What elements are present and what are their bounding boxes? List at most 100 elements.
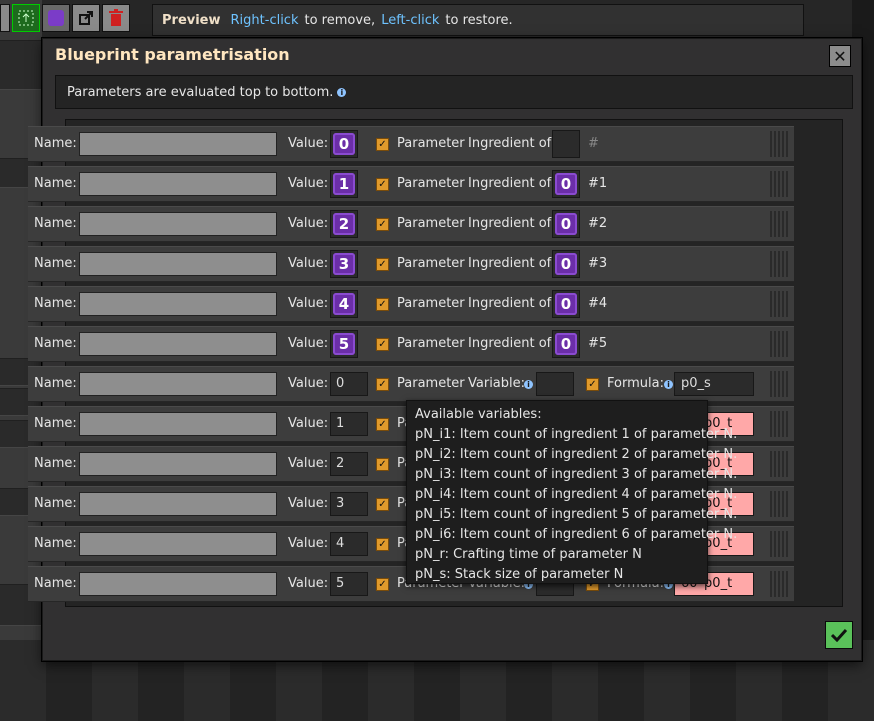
parameter-checkbox[interactable]: ✓ <box>376 418 389 431</box>
name-label: Name: <box>34 136 77 151</box>
formula-input[interactable]: p0_s <box>674 372 754 396</box>
name-input[interactable] <box>79 212 277 236</box>
parameter-checkbox[interactable]: ✓ <box>376 298 389 311</box>
info-icon[interactable]: i <box>337 87 347 97</box>
parameter-signal-icon: 5 <box>333 333 355 355</box>
drag-handle[interactable] <box>770 571 788 597</box>
close-button[interactable]: ✕ <box>829 45 851 67</box>
parameter-label: Parameter <box>397 136 465 151</box>
parameter-row: Name: Value: 2 ✓ Parameter Ingredient of: 0 #2 <box>28 206 794 242</box>
name-input[interactable] <box>79 452 277 476</box>
parameter-checkbox[interactable]: ✓ <box>376 378 389 391</box>
drag-handle[interactable] <box>770 211 788 237</box>
value-signal-slot[interactable]: 5 <box>330 330 358 358</box>
value-signal-slot[interactable]: 4 <box>330 290 358 318</box>
name-input[interactable] <box>79 412 277 436</box>
restore-hint: to restore. <box>445 12 513 28</box>
parameter-checkbox[interactable]: ✓ <box>376 498 389 511</box>
ingredient-slot[interactable]: 0 <box>552 250 580 278</box>
name-input[interactable] <box>79 252 277 276</box>
value-label: Value: <box>288 296 329 311</box>
drag-handle[interactable] <box>770 371 788 397</box>
parameter-checkbox[interactable]: ✓ <box>376 538 389 551</box>
drag-handle[interactable] <box>770 531 788 557</box>
drag-handle[interactable] <box>770 131 788 157</box>
signal-button[interactable] <box>42 4 70 32</box>
parameter-checkbox[interactable]: ✓ <box>376 178 389 191</box>
parameter-checkbox[interactable]: ✓ <box>376 258 389 271</box>
drag-handle[interactable] <box>770 491 788 517</box>
ingredient-slot[interactable]: 0 <box>552 210 580 238</box>
parameter-row: Name: Value: 0 ✓ Parameter Ingredient of: # <box>28 126 794 162</box>
value-label: Value: <box>288 576 329 591</box>
formula-label: Formula: <box>607 376 664 391</box>
close-icon: ✕ <box>833 46 847 66</box>
value-input[interactable]: 0 <box>330 372 368 396</box>
value-label: Value: <box>288 176 329 191</box>
drag-handle[interactable] <box>770 251 788 277</box>
ingredient-slot[interactable]: 0 <box>552 170 580 198</box>
remove-hint: to remove, <box>304 12 376 28</box>
parameter-checkbox[interactable]: ✓ <box>376 338 389 351</box>
value-signal-slot[interactable]: 1 <box>330 170 358 198</box>
ingredient-slot[interactable] <box>552 130 580 158</box>
export-button[interactable] <box>72 4 100 32</box>
parameter-checkbox[interactable]: ✓ <box>376 138 389 151</box>
value-signal-slot[interactable]: 3 <box>330 250 358 278</box>
parameter-row: Name: Value: 0 ✓ Parameter Variable: i ✓ Formula… <box>28 366 794 402</box>
name-input[interactable] <box>79 332 277 356</box>
value-input[interactable]: 1 <box>330 412 368 436</box>
ingredient-of-label: Ingredient of: <box>468 216 556 231</box>
value-label: Value: <box>288 216 329 231</box>
parameter-label: Parameter <box>397 176 465 191</box>
name-label: Name: <box>34 216 77 231</box>
value-input[interactable]: 3 <box>330 492 368 516</box>
select-blueprint-button[interactable] <box>12 4 40 32</box>
name-input[interactable] <box>79 492 277 516</box>
drag-handle[interactable] <box>770 291 788 317</box>
name-input[interactable] <box>79 172 277 196</box>
value-input[interactable]: 4 <box>330 532 368 556</box>
name-input[interactable] <box>79 532 277 556</box>
parameter-label: Parameter <box>397 256 465 271</box>
value-input[interactable]: 5 <box>330 572 368 596</box>
name-label: Name: <box>34 416 77 431</box>
name-input[interactable] <box>79 572 277 596</box>
name-label: Name: <box>34 176 77 191</box>
left-click-hint: Left-click <box>381 12 440 28</box>
name-input[interactable] <box>79 372 277 396</box>
name-input[interactable] <box>79 132 277 156</box>
parameter-checkbox[interactable]: ✓ <box>376 458 389 471</box>
parameter-signal-icon: 2 <box>333 213 355 235</box>
name-input[interactable] <box>79 292 277 316</box>
delete-button[interactable] <box>102 4 130 32</box>
value-label: Value: <box>288 496 329 511</box>
drag-handle[interactable] <box>770 331 788 357</box>
ingredient-reference: #3 <box>588 256 608 271</box>
formula-info-icon[interactable]: i <box>664 380 673 389</box>
parameter-signal-icon: 0 <box>333 133 355 155</box>
ingredient-reference: #1 <box>588 176 608 191</box>
value-signal-slot[interactable]: 0 <box>330 130 358 158</box>
ingredient-slot[interactable]: 0 <box>552 290 580 318</box>
tooltip-line: pN_i3: Item count of ingredient 3 of par… <box>415 467 738 482</box>
value-signal-slot[interactable]: 2 <box>330 210 358 238</box>
value-input[interactable]: 2 <box>330 452 368 476</box>
drag-handle[interactable] <box>770 411 788 437</box>
variable-label: Variable: <box>468 376 526 391</box>
parameter-checkbox[interactable]: ✓ <box>376 218 389 231</box>
formula-checkbox[interactable]: ✓ <box>586 378 599 391</box>
variable-info-icon[interactable]: i <box>524 380 533 389</box>
drag-handle[interactable] <box>770 451 788 477</box>
ingredient-of-label: Ingredient of: <box>468 136 556 151</box>
variable-input[interactable] <box>536 372 574 396</box>
parameter-checkbox[interactable]: ✓ <box>376 578 389 591</box>
ingredient-reference: # <box>588 136 599 151</box>
confirm-button[interactable] <box>825 621 853 649</box>
trash-icon <box>109 9 123 26</box>
ingredient-slot[interactable]: 0 <box>552 330 580 358</box>
drag-handle[interactable] <box>770 171 788 197</box>
tooltip-line: pN_i4: Item count of ingredient 4 of par… <box>415 487 738 502</box>
info-bar: Parameters are evaluated top to bottom. … <box>55 75 853 109</box>
ingredient-signal-icon: 0 <box>555 333 577 355</box>
